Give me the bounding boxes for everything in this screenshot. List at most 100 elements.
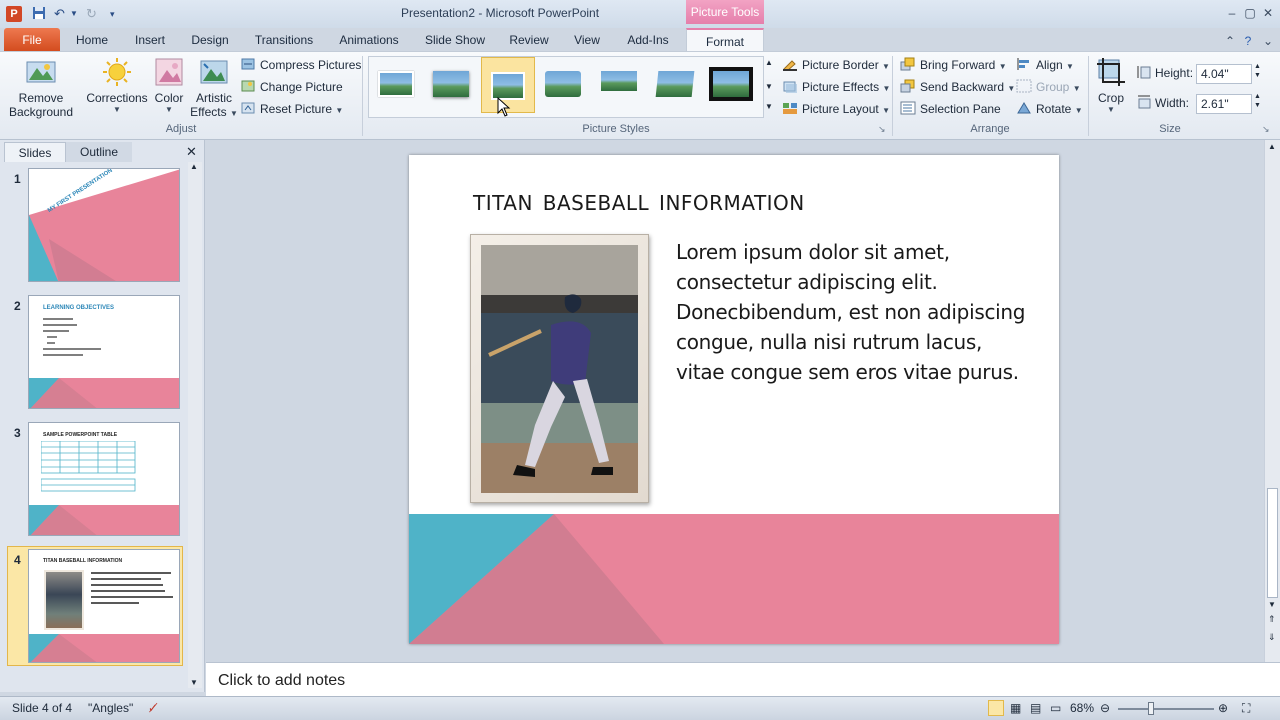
height-input[interactable]: 4.04"	[1196, 64, 1252, 84]
picture-styles-gallery	[368, 56, 764, 118]
notes-placeholder[interactable]: Click to add notes	[218, 672, 345, 690]
help-icon[interactable]: ?	[1240, 33, 1256, 49]
selection-pane-button[interactable]: Selection Pane	[900, 99, 1001, 119]
size-launcher-icon[interactable]: ↘	[1262, 124, 1270, 135]
picture-style-simple-frame[interactable]	[374, 67, 418, 101]
crop-button[interactable]: Crop ▼	[1092, 56, 1130, 114]
tab-review[interactable]: Review	[504, 28, 554, 52]
arrange-group-label: Arrange	[970, 123, 1010, 135]
gallery-scroll-down-icon[interactable]: ▼	[765, 82, 773, 91]
tab-file[interactable]: File	[4, 28, 60, 52]
picture-style-perspective[interactable]	[653, 67, 697, 101]
height-label: Height:	[1155, 66, 1194, 80]
align-button[interactable]: Align ▼	[1016, 55, 1074, 75]
normal-view-icon[interactable]	[988, 700, 1004, 716]
align-icon	[1016, 57, 1032, 71]
scroll-thumb[interactable]	[1267, 488, 1278, 598]
bring-forward-icon	[900, 57, 916, 71]
slide-title[interactable]: TITAN BASEBALL INFORMATION	[473, 191, 805, 215]
corrections-button[interactable]: Corrections ▼	[84, 56, 150, 114]
slide-thumbnail-2[interactable]: LEARNING OBJECTIVES	[28, 295, 180, 409]
fit-to-window-icon[interactable]: ⛶	[1242, 701, 1250, 716]
remove-background-button[interactable]: Remove Background	[6, 56, 76, 119]
editor-scrollbar[interactable]: ▲ ▼ ⇑ ⇓	[1264, 140, 1280, 662]
tab-format[interactable]: Format	[686, 28, 764, 52]
change-picture-button[interactable]: Change Picture	[240, 77, 343, 97]
rotate-button[interactable]: Rotate ▼	[1016, 99, 1083, 119]
picture-styles-group-label: Picture Styles	[582, 123, 650, 135]
zoom-in-icon[interactable]: ⊕	[1218, 701, 1228, 715]
scroll-up-icon[interactable]: ▲	[190, 162, 198, 171]
spell-check-icon[interactable]: ✓̸	[148, 701, 158, 715]
picture-layout-button[interactable]: Picture Layout ▼	[782, 99, 890, 119]
width-spinner-icon[interactable]: ▲ ▼	[1254, 92, 1261, 110]
thumb2-footer-band	[29, 378, 179, 408]
slide-thumbnail-1[interactable]: MY FIRST PRESENTATION	[28, 168, 180, 282]
height-spinner-icon[interactable]: ▲ ▼	[1254, 62, 1261, 80]
width-input[interactable]: 2.61"	[1196, 94, 1252, 114]
panel-scrollbar[interactable]: ▲ ▼	[188, 162, 202, 688]
picture-style-soft-edge[interactable]	[429, 67, 473, 101]
zoom-level[interactable]: 68%	[1070, 701, 1094, 715]
reset-picture-button[interactable]: Reset Picture ▼	[240, 99, 343, 119]
remove-background-icon	[25, 56, 57, 88]
slide-body-text[interactable]: Lorem ipsum dolor sit amet, consectetur …	[676, 237, 1036, 387]
color-button[interactable]: Color ▼	[150, 56, 188, 114]
tab-view[interactable]: View	[566, 28, 608, 52]
picture-style-reflected[interactable]	[597, 67, 641, 101]
group-icon	[1016, 79, 1032, 93]
send-backward-button[interactable]: Send Backward ▼	[900, 77, 1015, 97]
reset-picture-icon	[240, 101, 256, 115]
notes-pane[interactable]: Click to add notes	[206, 662, 1280, 696]
tab-slides[interactable]: Slides	[4, 142, 66, 162]
picture-style-black-frame[interactable]	[709, 67, 753, 101]
zoom-slider-handle[interactable]	[1148, 702, 1154, 715]
tab-home[interactable]: Home	[70, 28, 114, 52]
picture-border-button[interactable]: Picture Border ▼	[782, 55, 890, 75]
zoom-out-icon[interactable]: ⊖	[1100, 701, 1110, 715]
slide-show-icon[interactable]: ▭	[1050, 701, 1061, 715]
slide-sorter-icon[interactable]: ▦	[1010, 701, 1021, 715]
doc-close-icon[interactable]: ⌄	[1260, 33, 1276, 49]
scroll-down-icon[interactable]: ▼	[190, 678, 198, 687]
thumb4-title: TITAN BASEBALL INFORMATION	[43, 558, 123, 564]
title-bar: P ↶ ▼ ↻ ▾ Presentation2 - Microsoft Powe…	[0, 0, 1280, 28]
slides-panel: Slides Outline ✕ 1 MY FIRST PRESENTATION…	[0, 140, 205, 692]
artistic-effects-button[interactable]: Artistic Effects ▼	[190, 56, 238, 119]
gallery-scroll-up-icon[interactable]: ▲	[765, 58, 773, 67]
tab-insert[interactable]: Insert	[128, 28, 172, 52]
close-panel-icon[interactable]: ✕	[186, 144, 197, 160]
picture-layout-icon	[782, 101, 798, 115]
gallery-more-icon[interactable]: ▼	[765, 102, 773, 111]
mouse-cursor-icon	[497, 97, 511, 117]
tab-slide-show[interactable]: Slide Show	[420, 28, 490, 52]
minimize-icon[interactable]: –	[1224, 5, 1240, 21]
minimize-ribbon-icon[interactable]: ⌃	[1222, 33, 1238, 49]
bring-forward-button[interactable]: Bring Forward ▼	[900, 55, 1007, 75]
slide-thumbnail-4[interactable]: TITAN BASEBALL INFORMATION	[28, 549, 180, 663]
slide-number: 2	[14, 299, 21, 313]
zoom-slider[interactable]	[1118, 708, 1214, 710]
previous-slide-icon[interactable]: ⇑	[1268, 614, 1276, 625]
close-icon[interactable]: ✕	[1260, 5, 1276, 21]
scroll-down-icon[interactable]: ▼	[1268, 600, 1276, 609]
group-button[interactable]: Group ▼	[1016, 77, 1081, 97]
scroll-up-icon[interactable]: ▲	[1268, 142, 1276, 151]
color-dropdown-icon: ▼	[165, 105, 173, 114]
slide-thumbnail-3[interactable]: SAMPLE POWERPOINT TABLE	[28, 422, 180, 536]
compress-pictures-button[interactable]: Compress Pictures	[240, 55, 361, 75]
restore-icon[interactable]: ▢	[1242, 5, 1258, 21]
tab-design[interactable]: Design	[186, 28, 234, 52]
tab-add-ins[interactable]: Add-Ins	[620, 28, 676, 52]
picture-style-rounded-shadow[interactable]	[541, 67, 585, 101]
theme-name[interactable]: "Angles"	[88, 701, 133, 715]
current-slide[interactable]: TITAN BASEBALL INFORMATION Lorem ipsum d…	[409, 155, 1059, 644]
reading-view-icon[interactable]: ▤	[1030, 701, 1041, 715]
next-slide-icon[interactable]: ⇓	[1268, 632, 1276, 643]
tab-animations[interactable]: Animations	[334, 28, 404, 52]
picture-effects-button[interactable]: Picture Effects ▼	[782, 77, 890, 97]
baseball-picture[interactable]	[470, 234, 649, 503]
picture-styles-launcher-icon[interactable]: ↘	[878, 124, 886, 135]
tab-transitions[interactable]: Transitions	[250, 28, 318, 52]
tab-outline[interactable]: Outline	[66, 142, 132, 162]
